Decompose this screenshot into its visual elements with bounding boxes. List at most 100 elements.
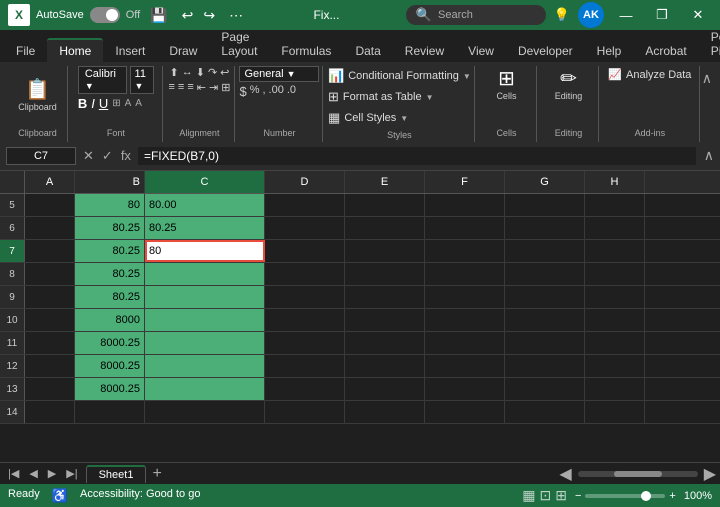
cell[interactable] xyxy=(505,286,585,308)
tab-file[interactable]: File xyxy=(4,40,47,62)
ribbon-collapse-button[interactable]: ∧ xyxy=(702,70,712,87)
cell[interactable] xyxy=(25,217,75,239)
sheet-nav-first[interactable]: |◀ xyxy=(4,465,23,482)
sheet-nav-next[interactable]: ▶ xyxy=(44,465,60,482)
zoom-out-icon[interactable]: − xyxy=(575,490,581,502)
formula-bar-collapse[interactable]: ∧ xyxy=(704,147,714,164)
more-tools-button[interactable]: ⋯ xyxy=(225,5,247,26)
redo-button[interactable]: ↪ xyxy=(199,5,219,26)
tab-formulas[interactable]: Formulas xyxy=(269,40,343,62)
decrease-decimal-icon[interactable]: .00 xyxy=(269,84,284,99)
tab-developer[interactable]: Developer xyxy=(506,40,585,62)
cell[interactable] xyxy=(345,355,425,377)
cell[interactable]: 80.25 xyxy=(75,286,145,308)
cell[interactable] xyxy=(345,217,425,239)
col-header-g[interactable]: G xyxy=(505,171,585,193)
zoom-in-icon[interactable]: + xyxy=(669,490,675,502)
align-top-icon[interactable]: ⬆ xyxy=(170,66,179,79)
cell[interactable]: 80 xyxy=(75,194,145,216)
zoom-slider[interactable] xyxy=(585,494,665,498)
cell[interactable] xyxy=(345,240,425,262)
cell[interactable] xyxy=(265,332,345,354)
cell[interactable] xyxy=(265,194,345,216)
align-left-icon[interactable]: ≡ xyxy=(168,81,174,94)
cell[interactable]: 80.25 xyxy=(75,263,145,285)
wrap-text-icon[interactable]: ↩ xyxy=(220,66,229,79)
cell-styles-button[interactable]: ▦ Cell Styles ▼ xyxy=(322,108,414,128)
cell[interactable] xyxy=(585,263,645,285)
sheet-nav-last[interactable]: ▶| xyxy=(62,465,81,482)
font-size-dropdown[interactable]: 11 ▼ xyxy=(130,66,154,94)
cell[interactable] xyxy=(345,263,425,285)
merge-cells-icon[interactable]: ⊞ xyxy=(221,81,230,94)
tab-page-layout[interactable]: Page Layout xyxy=(209,26,269,62)
autosave-toggle[interactable] xyxy=(90,7,120,23)
maximize-button[interactable]: ❐ xyxy=(648,5,676,25)
increase-decimal-icon[interactable]: .0 xyxy=(287,84,296,99)
cell[interactable] xyxy=(585,217,645,239)
cell[interactable] xyxy=(265,263,345,285)
cell[interactable] xyxy=(505,194,585,216)
cell[interactable] xyxy=(25,194,75,216)
cancel-formula-button[interactable]: ✕ xyxy=(80,148,97,164)
align-right-icon[interactable]: ≡ xyxy=(187,81,193,94)
bold-button[interactable]: B xyxy=(78,96,87,111)
cell[interactable] xyxy=(585,240,645,262)
cell[interactable]: 80.25 xyxy=(75,217,145,239)
cell[interactable] xyxy=(25,286,75,308)
cell[interactable]: 80.25 xyxy=(145,217,265,239)
italic-button[interactable]: I xyxy=(91,96,95,111)
cell[interactable] xyxy=(265,286,345,308)
currency-icon[interactable]: $ xyxy=(239,84,246,99)
cell[interactable]: 8000.25 xyxy=(75,378,145,400)
cell[interactable] xyxy=(585,378,645,400)
cell[interactable] xyxy=(25,240,75,262)
comma-icon[interactable]: , xyxy=(262,84,265,99)
save-button[interactable]: 💾 xyxy=(146,5,171,26)
clipboard-button[interactable]: 📋 Clipboard xyxy=(13,77,62,115)
undo-button[interactable]: ↩ xyxy=(178,5,198,26)
align-center-icon[interactable]: ≡ xyxy=(178,81,184,94)
row-number[interactable]: 6 xyxy=(0,217,25,239)
text-direction-icon[interactable]: ↷ xyxy=(208,66,217,79)
row-number[interactable]: 14 xyxy=(0,401,25,423)
sheet-nav-prev[interactable]: ◀ xyxy=(25,465,41,482)
cell[interactable] xyxy=(345,309,425,331)
tab-acrobat[interactable]: Acrobat xyxy=(633,40,698,62)
col-header-h[interactable]: H xyxy=(585,171,645,193)
cell[interactable]: 8000 xyxy=(75,309,145,331)
col-header-b[interactable]: B xyxy=(75,171,145,193)
row-number[interactable]: 10 xyxy=(0,309,25,331)
tab-draw[interactable]: Draw xyxy=(157,40,209,62)
tab-power-pivot[interactable]: Power Pivot xyxy=(699,26,720,62)
formula-input[interactable] xyxy=(138,147,696,165)
cell[interactable] xyxy=(265,240,345,262)
horizontal-scrollbar[interactable] xyxy=(578,471,698,477)
cell[interactable] xyxy=(25,263,75,285)
cell[interactable] xyxy=(505,309,585,331)
cell[interactable] xyxy=(25,401,75,423)
row-number[interactable]: 7 xyxy=(0,240,25,262)
sheet-scroll-left[interactable]: ◀ xyxy=(559,464,571,484)
tab-insert[interactable]: Insert xyxy=(103,40,157,62)
cell[interactable] xyxy=(425,332,505,354)
number-format-dropdown[interactable]: General ▼ xyxy=(239,66,319,82)
editing-button[interactable]: ✏ Editing xyxy=(546,66,590,104)
cell[interactable]: 80.00 xyxy=(145,194,265,216)
cell[interactable] xyxy=(585,309,645,331)
cell[interactable] xyxy=(25,332,75,354)
underline-button[interactable]: U xyxy=(99,96,108,111)
tab-review[interactable]: Review xyxy=(393,40,456,62)
cell[interactable] xyxy=(585,332,645,354)
cell[interactable] xyxy=(25,309,75,331)
cell[interactable] xyxy=(345,378,425,400)
align-bottom-icon[interactable]: ⬇ xyxy=(196,66,205,79)
col-header-d[interactable]: D xyxy=(265,171,345,193)
tab-help[interactable]: Help xyxy=(585,40,634,62)
page-break-view-button[interactable]: ⊞ xyxy=(555,487,567,504)
percent-icon[interactable]: % xyxy=(250,84,260,99)
cell[interactable]: 80.25 xyxy=(75,240,145,262)
col-header-e[interactable]: E xyxy=(345,171,425,193)
cell[interactable] xyxy=(145,378,265,400)
row-number[interactable]: 5 xyxy=(0,194,25,216)
